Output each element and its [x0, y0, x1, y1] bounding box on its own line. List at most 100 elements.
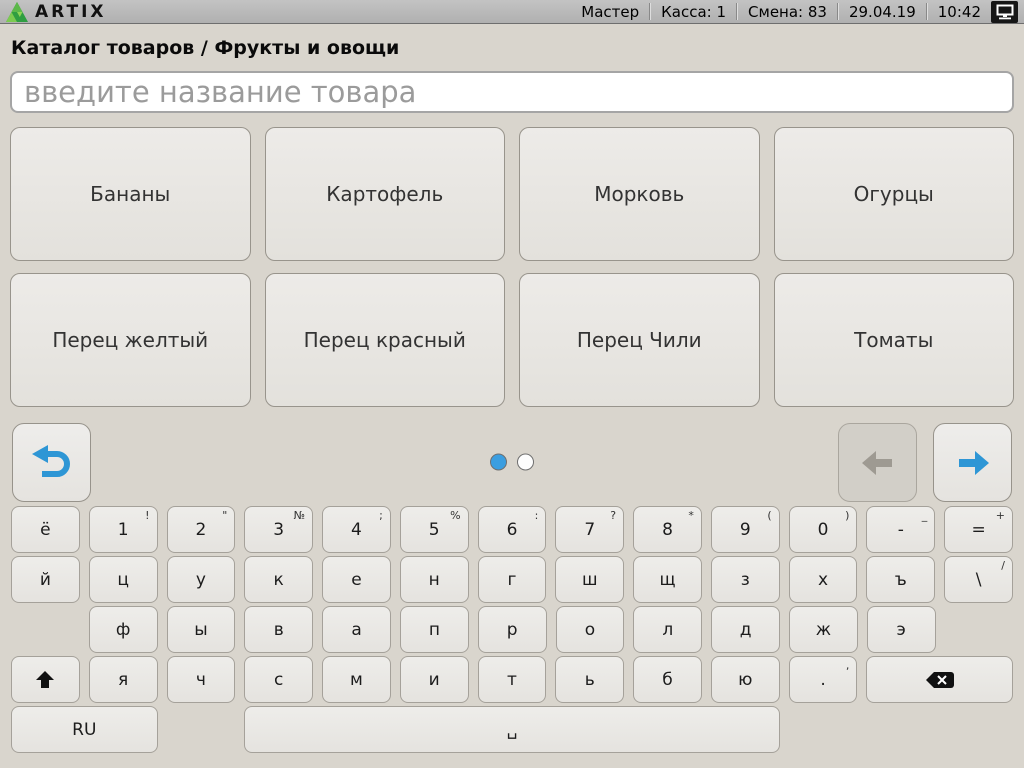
- back-arrow-icon: [29, 441, 75, 485]
- product-button[interactable]: Картофель: [265, 127, 506, 261]
- monitor-icon: [991, 1, 1018, 23]
- key-м[interactable]: м: [322, 656, 391, 703]
- key-й[interactable]: й: [11, 556, 80, 603]
- key-б[interactable]: б: [633, 656, 702, 703]
- key-label: ю: [738, 670, 752, 690]
- key-shift-label: /: [1001, 559, 1005, 572]
- back-button[interactable]: [12, 423, 91, 502]
- key-ж[interactable]: ж: [789, 606, 858, 653]
- key-\[interactable]: \/: [944, 556, 1013, 603]
- key-з[interactable]: з: [711, 556, 780, 603]
- space-key[interactable]: ␣: [244, 706, 780, 753]
- product-button[interactable]: Перец желтый: [10, 273, 251, 407]
- key-л[interactable]: л: [633, 606, 702, 653]
- key-3[interactable]: 3№: [244, 506, 313, 553]
- navigation-row: [10, 423, 1014, 500]
- product-button[interactable]: Перец красный: [265, 273, 506, 407]
- key-ю[interactable]: ю: [711, 656, 780, 703]
- key-label: 7: [584, 520, 595, 540]
- key-label: ъ: [895, 570, 907, 590]
- next-page-button[interactable]: [933, 423, 1012, 502]
- key-о[interactable]: о: [556, 606, 625, 653]
- key-shift-label: !: [145, 509, 149, 522]
- product-button[interactable]: Бананы: [10, 127, 251, 261]
- logo-text: ARTIX: [35, 2, 107, 22]
- key-ъ[interactable]: ъ: [866, 556, 935, 603]
- status-shift: Смена: 83: [748, 3, 827, 21]
- key--[interactable]: -_: [866, 506, 935, 553]
- key-ь[interactable]: ь: [555, 656, 624, 703]
- key-8[interactable]: 8*: [633, 506, 702, 553]
- product-button[interactable]: Огурцы: [774, 127, 1015, 261]
- key-п[interactable]: п: [400, 606, 469, 653]
- key-к[interactable]: к: [244, 556, 313, 603]
- key-щ[interactable]: щ: [633, 556, 702, 603]
- key-х[interactable]: х: [789, 556, 858, 603]
- key-с[interactable]: с: [244, 656, 313, 703]
- key-а[interactable]: а: [322, 606, 391, 653]
- arrow-right-icon: [953, 443, 993, 483]
- product-grid: БананыКартофельМорковьОгурцы Перец желтый…: [10, 127, 1014, 407]
- key-я[interactable]: я: [89, 656, 158, 703]
- key-label: г: [508, 570, 517, 590]
- key-д[interactable]: д: [711, 606, 780, 653]
- status-divider: [736, 3, 738, 20]
- key-5[interactable]: 5%: [400, 506, 469, 553]
- shift-key[interactable]: [11, 656, 80, 703]
- key-label: н: [429, 570, 440, 590]
- key-р[interactable]: р: [478, 606, 547, 653]
- product-button[interactable]: Перец Чили: [519, 273, 760, 407]
- key-label: ц: [117, 570, 129, 590]
- search-input[interactable]: [10, 71, 1014, 113]
- product-button[interactable]: Морковь: [519, 127, 760, 261]
- key-н[interactable]: н: [400, 556, 469, 603]
- key-у[interactable]: у: [167, 556, 236, 603]
- top-status-bar: ARTIX Мастер Касса: 1 Смена: 83 29.04.19…: [0, 0, 1024, 24]
- product-button[interactable]: Томаты: [774, 273, 1015, 407]
- key-label: р: [507, 620, 518, 640]
- key-shift-label: %: [450, 509, 460, 522]
- shift-icon: [34, 669, 56, 691]
- key-т[interactable]: т: [478, 656, 547, 703]
- key-shift-label: ,: [846, 659, 850, 672]
- key-6[interactable]: 6:: [478, 506, 547, 553]
- key-ц[interactable]: ц: [89, 556, 158, 603]
- key-=[interactable]: =+: [944, 506, 1013, 553]
- key-label: я: [118, 670, 128, 690]
- page-dot[interactable]: [517, 453, 534, 470]
- lang-key[interactable]: RU: [11, 706, 158, 753]
- key-ё[interactable]: ё: [11, 506, 80, 553]
- status-segments: Мастер Касса: 1 Смена: 83 29.04.19 10:42: [581, 1, 1018, 23]
- key-и[interactable]: и: [400, 656, 469, 703]
- key-label: ␣: [507, 720, 518, 740]
- key-0[interactable]: 0): [789, 506, 858, 553]
- prev-page-button[interactable]: [838, 423, 917, 502]
- key-ф[interactable]: ф: [89, 606, 158, 653]
- key-4[interactable]: 4;: [322, 506, 391, 553]
- key-в[interactable]: в: [244, 606, 313, 653]
- key-9[interactable]: 9(: [711, 506, 780, 553]
- key-label: 8: [662, 520, 673, 540]
- key-1[interactable]: 1!: [89, 506, 158, 553]
- key-label: 2: [196, 520, 207, 540]
- backspace-key[interactable]: [866, 656, 1013, 703]
- key-label: в: [274, 620, 284, 640]
- key-label: у: [196, 570, 206, 590]
- key-ч[interactable]: ч: [167, 656, 236, 703]
- page-dot-active[interactable]: [490, 453, 507, 470]
- key-7[interactable]: 7?: [555, 506, 624, 553]
- status-time: 10:42: [938, 3, 981, 21]
- key-label: ы: [194, 620, 207, 640]
- key-2[interactable]: 2": [167, 506, 236, 553]
- key-е[interactable]: е: [322, 556, 391, 603]
- artix-triangle-icon: [6, 2, 28, 22]
- key-э[interactable]: э: [867, 606, 936, 653]
- keyboard-row: ё1!2"3№4;5%6:7?8*9(0)-_=+: [0, 506, 1024, 553]
- key-ы[interactable]: ы: [167, 606, 236, 653]
- key-г[interactable]: г: [478, 556, 547, 603]
- key-label: е: [351, 570, 361, 590]
- status-divider: [926, 3, 928, 20]
- key-.[interactable]: .,: [789, 656, 858, 703]
- key-label: \: [976, 570, 982, 590]
- key-ш[interactable]: ш: [555, 556, 624, 603]
